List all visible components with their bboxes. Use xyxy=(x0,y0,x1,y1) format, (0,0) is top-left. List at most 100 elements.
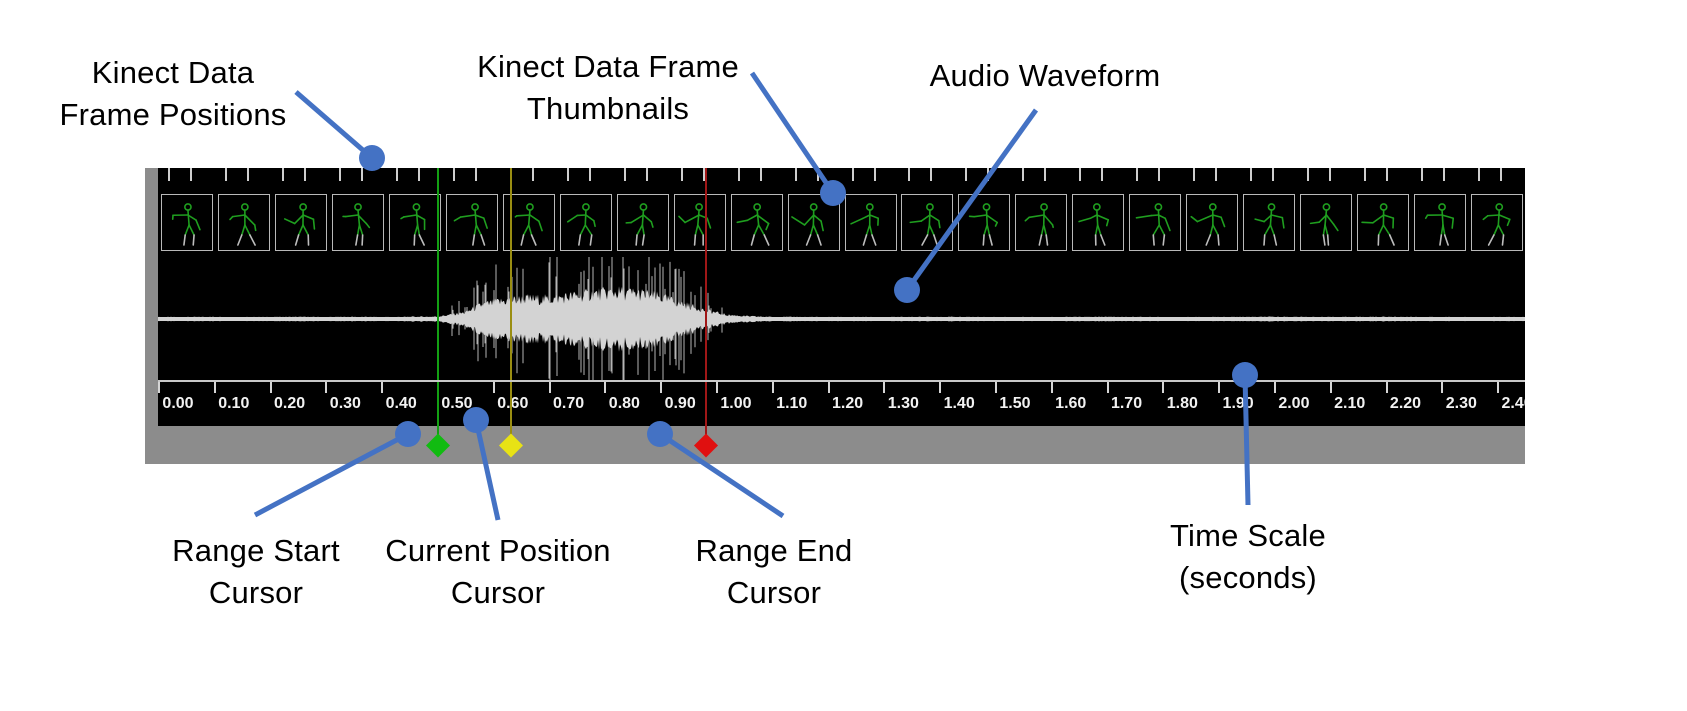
kinect-thumbnail[interactable] xyxy=(274,194,327,251)
kinect-frame-tick xyxy=(246,168,249,181)
kinect-frame-tick xyxy=(623,168,626,181)
callout-current-position-cursor: Current Position Cursor xyxy=(385,533,611,610)
kinect-frame-tick xyxy=(224,168,227,181)
kinect-frame-tick xyxy=(737,168,740,181)
ruler-tick-label: 1.90 xyxy=(1222,395,1254,412)
ruler-tick xyxy=(994,382,997,393)
kinect-frame-tick xyxy=(794,168,797,181)
kinect-thumbnail[interactable] xyxy=(730,194,783,251)
callout-audio-waveform: Audio Waveform xyxy=(929,58,1161,93)
kinect-frame-tick xyxy=(965,168,968,181)
ruler-tick xyxy=(939,382,942,393)
kinect-thumbnail[interactable] xyxy=(1015,194,1068,251)
kinect-frame-tick xyxy=(987,168,990,181)
kinect-frame-tick xyxy=(1079,168,1082,181)
ruler-tick-label: 2.40 xyxy=(1501,395,1525,412)
kinect-thumbnail[interactable] xyxy=(958,194,1011,251)
ruler-tick-label: 0.30 xyxy=(329,395,361,412)
kinect-frame-tick xyxy=(1022,168,1025,181)
kinect-frame-tick xyxy=(873,168,876,181)
timeline-panel[interactable]: 0.00 0.10 0.20 0.30 0.40 0.50 0.60 0.70 0.80 0.90… xyxy=(145,168,1525,464)
callout-kinect-frame-positions: Kinect Data Frame Positions xyxy=(59,55,287,132)
kinect-frame-tick xyxy=(303,168,306,181)
kinect-thumbnail[interactable] xyxy=(1186,194,1239,251)
ruler-cursor-yellow xyxy=(509,382,512,426)
ruler-tick xyxy=(1441,382,1444,393)
ruler-tick-label: 2.00 xyxy=(1278,395,1310,412)
kinect-frame-tick xyxy=(1158,168,1161,181)
kinect-thumbnail[interactable] xyxy=(787,194,840,251)
kinect-thumbnail[interactable] xyxy=(217,194,270,251)
kinect-thumbnail[interactable] xyxy=(1357,194,1410,251)
callout-range-start-cursor: Range Start Cursor xyxy=(172,533,340,610)
ruler-tick-label: 1.40 xyxy=(943,395,975,412)
kinect-frame-tick xyxy=(816,168,819,181)
kinect-frame-tick xyxy=(417,168,420,181)
kinect-frame-tick xyxy=(908,168,911,181)
ruler-tick-label: 1.00 xyxy=(720,395,752,412)
cursor-handle-strip[interactable] xyxy=(158,426,1525,464)
ruler-tick-label: 1.60 xyxy=(1055,395,1087,412)
kinect-thumbnail[interactable] xyxy=(1300,194,1353,251)
kinect-thumbnail-row[interactable] xyxy=(158,194,1525,252)
cursor-line-green[interactable] xyxy=(436,168,439,392)
ruler-tick-label: 0.60 xyxy=(497,395,529,412)
callout-kinect-frame-thumbnails: Kinect Data Frame Thumbnails xyxy=(477,49,739,126)
ruler-tick xyxy=(1218,382,1221,393)
kinect-thumbnail[interactable] xyxy=(1243,194,1296,251)
ruler-tick xyxy=(158,382,160,393)
kinect-frame-tick xyxy=(1329,168,1332,181)
kinect-frame-tick xyxy=(588,168,591,181)
ruler-tick xyxy=(1106,382,1109,393)
kinect-frame-tick xyxy=(281,168,284,181)
kinect-thumbnail[interactable] xyxy=(844,194,897,251)
cursor-line-yellow[interactable] xyxy=(509,168,512,392)
kinect-frame-tick xyxy=(759,168,762,181)
kinect-thumbnail[interactable] xyxy=(1129,194,1182,251)
ruler-tick xyxy=(1385,382,1388,393)
kinect-thumbnail[interactable] xyxy=(161,194,213,251)
cursor-handle-red[interactable] xyxy=(693,433,718,458)
kinect-frame-tick xyxy=(1386,168,1389,181)
kinect-frame-tick xyxy=(474,168,477,181)
kinect-thumbnail[interactable] xyxy=(616,194,669,251)
ruler-tick-label: 1.80 xyxy=(1166,395,1198,412)
kinect-thumbnail[interactable] xyxy=(559,194,612,251)
ruler-tick xyxy=(213,382,216,393)
ruler-tick-label: 0.00 xyxy=(162,395,194,412)
ruler-tick xyxy=(883,382,886,393)
kinect-thumbnail[interactable] xyxy=(1414,194,1467,251)
ruler-tick xyxy=(1050,382,1053,393)
kinect-thumbnail[interactable] xyxy=(445,194,498,251)
kinect-frame-tick xyxy=(851,168,854,181)
kinect-thumbnail[interactable] xyxy=(901,194,954,251)
ruler-tick-label: 2.20 xyxy=(1389,395,1422,412)
timeline-canvas[interactable]: 0.00 0.10 0.20 0.30 0.40 0.50 0.60 0.70 0.80 0.90… xyxy=(158,168,1525,426)
kinect-thumbnail[interactable] xyxy=(331,194,384,251)
ruler-tick xyxy=(1329,382,1332,393)
ruler-tick xyxy=(1497,382,1500,393)
ruler-tick-label: 1.10 xyxy=(776,395,808,412)
kinect-thumbnail[interactable] xyxy=(388,194,441,251)
ruler-tick-label: 2.30 xyxy=(1445,395,1477,412)
kinect-thumbnail[interactable] xyxy=(1072,194,1125,251)
ruler-tick-label: 1.20 xyxy=(831,395,864,412)
kinect-frame-tick xyxy=(1478,168,1481,181)
kinect-frame-tick xyxy=(1215,168,1218,181)
ruler-tick xyxy=(827,382,830,393)
kinect-frame-tick xyxy=(452,168,455,181)
kinect-frame-tick xyxy=(1500,168,1503,181)
kinect-frame-tick xyxy=(1101,168,1104,181)
ruler-tick xyxy=(325,382,328,393)
cursor-handle-yellow[interactable] xyxy=(498,433,523,458)
cursor-line-red[interactable] xyxy=(704,168,707,392)
kinect-frame-tick xyxy=(680,168,683,181)
cursor-handle-green[interactable] xyxy=(425,433,450,458)
kinect-frame-tick xyxy=(531,168,534,181)
kinect-frame-tick xyxy=(1136,168,1139,181)
ruler-tick xyxy=(715,382,718,393)
time-scale-ruler[interactable]: 0.00 0.10 0.20 0.30 0.40 0.50 0.60 0.70 0.80 0.90… xyxy=(158,380,1525,426)
kinect-thumbnail[interactable] xyxy=(1471,194,1524,251)
kinect-thumbnail[interactable] xyxy=(673,194,726,251)
kinect-frame-tick xyxy=(360,168,363,181)
